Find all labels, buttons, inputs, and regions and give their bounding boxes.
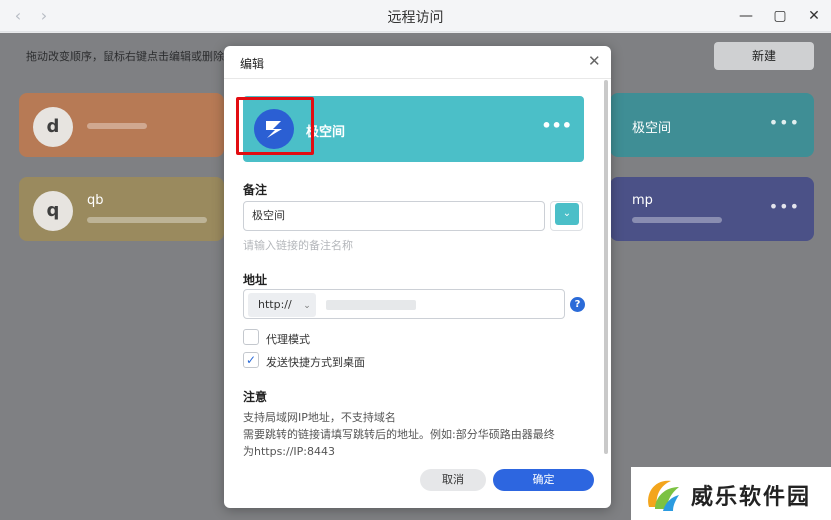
note-line: 支持局域网IP地址，不支持域名 [243, 411, 396, 424]
note-label: 注意 [243, 390, 268, 404]
chevron-down-icon: ⌄ [303, 301, 311, 311]
chevron-down-icon[interactable]: ⌄ [555, 203, 579, 225]
remark-helper: 请输入链接的备注名称 [243, 239, 353, 252]
card-name: 极空间 [632, 121, 672, 136]
dialog-title: 编辑 [240, 57, 265, 71]
shortcut-checkbox[interactable]: ✓ [243, 352, 259, 368]
divider [224, 78, 611, 79]
close-icon[interactable]: ✕ [588, 52, 601, 70]
card-name: mp [632, 193, 653, 208]
more-icon[interactable]: ••• [769, 113, 800, 132]
watermark-text: 威乐软件园 [691, 484, 812, 510]
new-button[interactable]: 新建 [714, 42, 814, 70]
avatar: q [33, 191, 73, 231]
proxy-label: 代理模式 [266, 333, 310, 346]
address-label: 地址 [243, 273, 268, 287]
avatar: d [33, 107, 73, 147]
toolbar-hint: 拖动改变顺序，鼠标右键点击编辑或删除 [26, 50, 224, 63]
window-title: 远程访问 [387, 10, 444, 26]
address-value-blurred [326, 300, 416, 310]
more-icon[interactable]: ••• [769, 197, 800, 216]
protocol-select[interactable]: http:// ⌄ [248, 293, 316, 317]
close-window-icon[interactable]: ✕ [804, 6, 824, 26]
help-icon[interactable]: ? [570, 297, 585, 312]
more-icon[interactable]: ••• [541, 116, 572, 135]
scrollbar[interactable] [604, 80, 608, 454]
watermark: 威乐软件园 [631, 467, 831, 520]
link-card[interactable]: 极空间 ••• [610, 93, 814, 157]
proxy-checkbox[interactable] [243, 329, 259, 345]
note-line: 需要跳转的链接请填写跳转后的地址。例如:部分华硕路由器最终 [243, 428, 555, 441]
shortcut-label: 发送快捷方式到桌面 [266, 356, 365, 369]
note-line: 为https://IP:8443 [243, 445, 336, 458]
edit-dialog: 编辑 ✕ 极空间 ••• 备注 极空间 ⌄ 请输入链接的备注名称 地址 http… [224, 46, 611, 508]
link-card[interactable]: mp ••• [610, 177, 814, 241]
link-card[interactable]: q qb [19, 177, 224, 241]
maximize-icon[interactable]: ▢ [770, 6, 790, 26]
confirm-button[interactable]: 确定 [493, 469, 594, 491]
watermark-logo-icon [648, 480, 679, 511]
cancel-button[interactable]: 取消 [420, 469, 486, 491]
link-card[interactable]: d [19, 93, 224, 157]
highlight-box [236, 97, 314, 155]
minimize-icon[interactable]: — [736, 6, 756, 26]
protocol-value: http:// [258, 298, 292, 311]
remark-label: 备注 [243, 183, 268, 197]
card-name: qb [87, 193, 104, 208]
title-bar: ‹ › 远程访问 — ▢ ✕ [0, 0, 831, 32]
remark-input[interactable]: 极空间 [243, 201, 545, 231]
